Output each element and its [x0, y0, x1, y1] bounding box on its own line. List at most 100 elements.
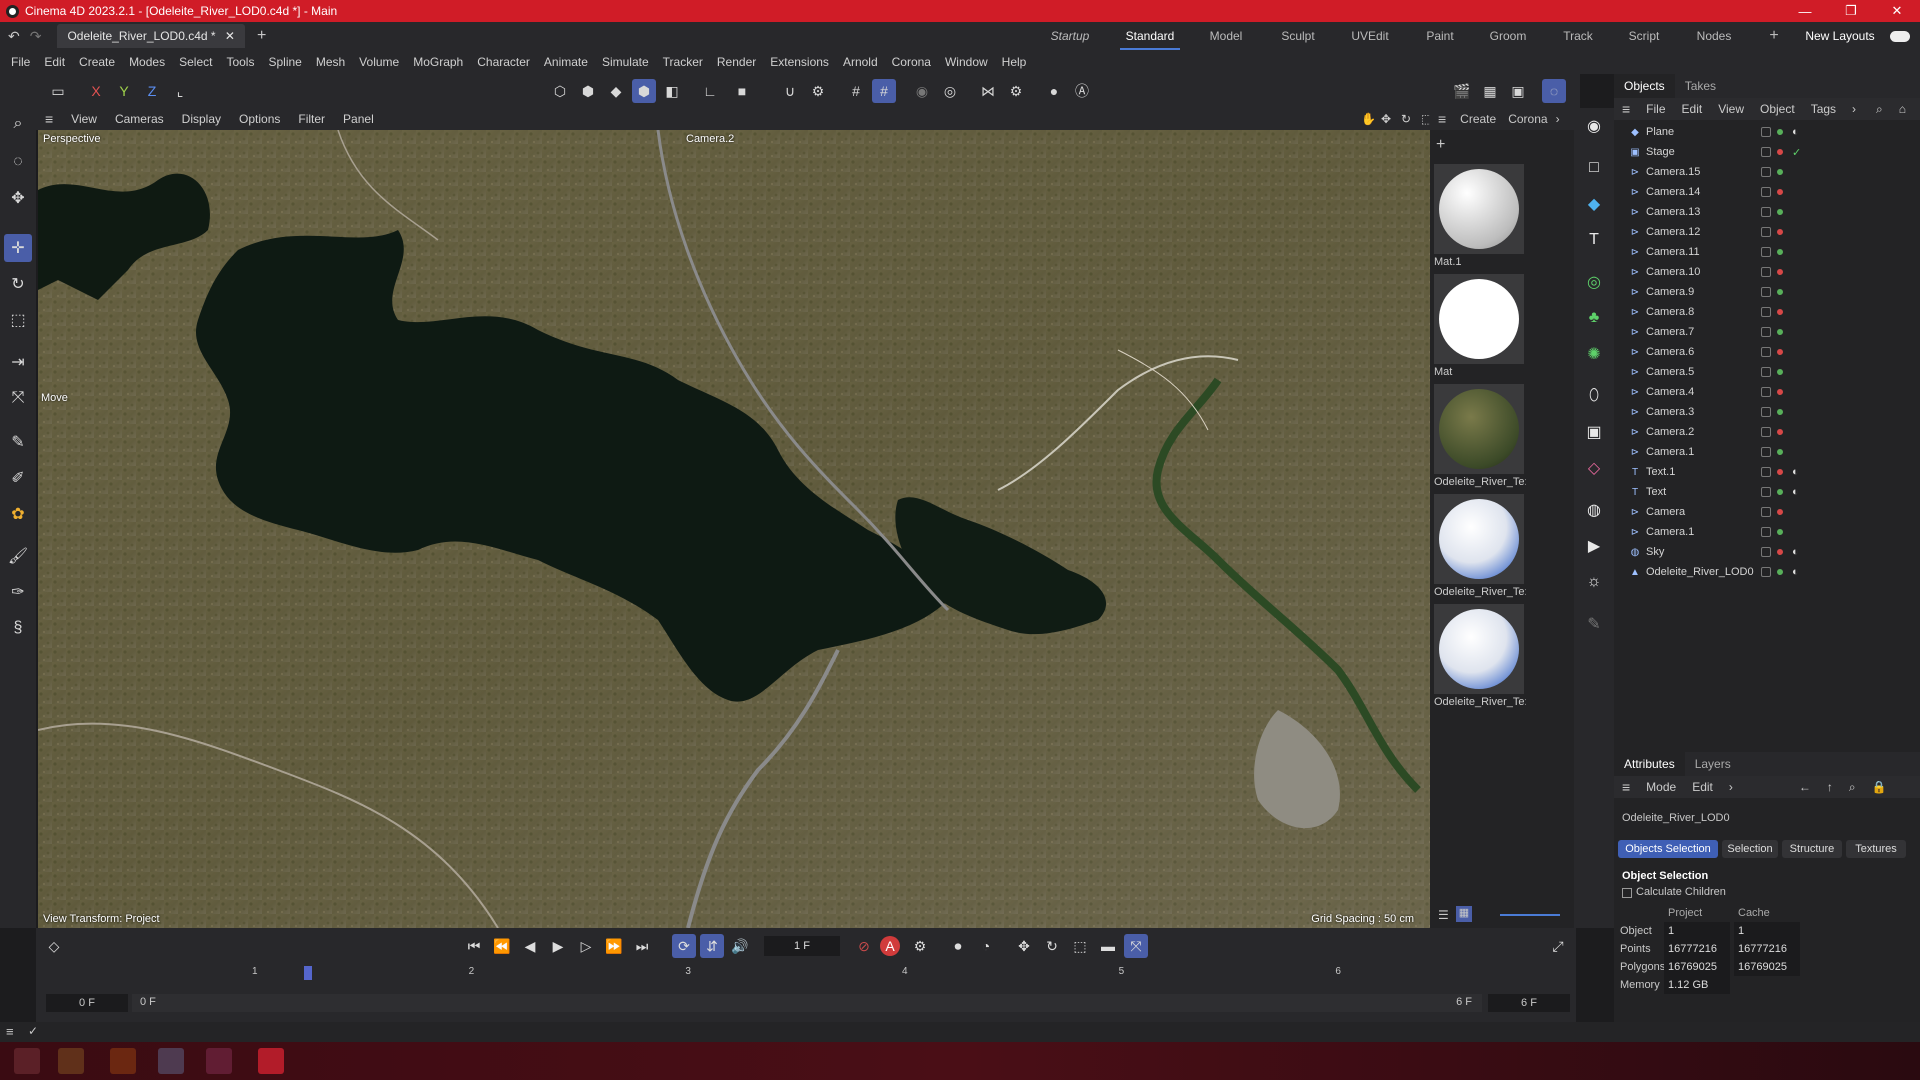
- object-menu-file[interactable]: File: [1638, 102, 1673, 116]
- camera-tool-icon[interactable]: ▶: [1580, 532, 1608, 560]
- visibility-toggle[interactable]: [1761, 467, 1771, 477]
- object-row[interactable]: ⊳ Camera.10: [1614, 262, 1920, 282]
- visibility-toggle[interactable]: [1761, 447, 1771, 457]
- menu-tracker[interactable]: Tracker: [656, 55, 710, 69]
- sound-icon[interactable]: 🔊: [728, 934, 752, 958]
- visibility-toggle[interactable]: [1761, 427, 1771, 437]
- previous-frame-icon[interactable]: ◀: [518, 934, 542, 958]
- spline-draw-icon[interactable]: ✐: [4, 464, 32, 492]
- layout-startup[interactable]: Startup: [1040, 22, 1100, 50]
- render-settings-icon[interactable]: ●: [1042, 79, 1066, 103]
- visibility-toggle[interactable]: [1761, 187, 1771, 197]
- timeline-curve-icon[interactable]: ⤢: [1546, 934, 1570, 958]
- editor-render-dot[interactable]: [1777, 149, 1783, 155]
- editor-render-dot[interactable]: [1777, 509, 1783, 515]
- layout-uvedit[interactable]: UVEdit: [1340, 22, 1400, 50]
- object-row[interactable]: ◆ Plane ◐: [1614, 122, 1920, 142]
- preview-size-slider[interactable]: [1500, 914, 1560, 916]
- points-mode-icon[interactable]: ⬡: [548, 79, 572, 103]
- editor-render-dot[interactable]: [1777, 209, 1783, 215]
- editor-render-dot[interactable]: [1777, 429, 1783, 435]
- document-tab[interactable]: Odeleite_River_LOD0.c4d * ✕: [57, 24, 245, 48]
- menu-render[interactable]: Render: [710, 55, 763, 69]
- z-axis-toggle[interactable]: Z: [140, 79, 164, 103]
- scale-key-icon[interactable]: ⬚: [1068, 934, 1092, 958]
- start-frame-field[interactable]: 0 F: [46, 994, 128, 1012]
- taskbar-app-icon[interactable]: [110, 1048, 136, 1074]
- visibility-toggle[interactable]: [1761, 387, 1771, 397]
- current-frame-field[interactable]: 1 F: [764, 936, 840, 956]
- object-row[interactable]: ⊳ Camera.7: [1614, 322, 1920, 342]
- parameter-key-icon[interactable]: ▬: [1096, 934, 1120, 958]
- object-row[interactable]: ⊳ Camera.15: [1614, 162, 1920, 182]
- menu-extensions[interactable]: Extensions: [763, 55, 836, 69]
- visibility-toggle[interactable]: [1761, 547, 1771, 557]
- editor-render-dot[interactable]: [1777, 449, 1783, 455]
- object-row[interactable]: ⊳ Camera.5: [1614, 362, 1920, 382]
- material-menu-icon[interactable]: ≡: [1430, 111, 1454, 127]
- render-view-icon[interactable]: 🎬: [1450, 79, 1474, 103]
- new-layouts-label[interactable]: New Layouts: [1800, 22, 1880, 50]
- editor-render-dot[interactable]: [1777, 229, 1783, 235]
- viewport-menu-options[interactable]: Options: [230, 112, 289, 126]
- magnet-icon[interactable]: ∪: [778, 79, 802, 103]
- material-menu-corona[interactable]: Corona: [1502, 112, 1553, 126]
- object-row[interactable]: ⊳ Camera.4: [1614, 382, 1920, 402]
- timing-icon[interactable]: ◔: [974, 934, 998, 958]
- undo-icon[interactable]: ↶: [8, 28, 20, 45]
- loop-icon[interactable]: ⟳: [672, 934, 696, 958]
- menu-animate[interactable]: Animate: [537, 55, 595, 69]
- visibility-toggle[interactable]: [1761, 227, 1771, 237]
- next-frame-icon[interactable]: ▷: [574, 934, 598, 958]
- menu-select[interactable]: Select: [172, 55, 219, 69]
- taskbar-app-icon[interactable]: [158, 1048, 184, 1074]
- menu-character[interactable]: Character: [470, 55, 537, 69]
- close-tab-icon[interactable]: ✕: [225, 29, 235, 43]
- viewport-solo-icon[interactable]: ◎: [938, 79, 962, 103]
- menu-corona[interactable]: Corona: [885, 55, 938, 69]
- visibility-toggle[interactable]: [1761, 147, 1771, 157]
- object-row[interactable]: ⊳ Camera.3: [1614, 402, 1920, 422]
- visibility-toggle[interactable]: [1761, 327, 1771, 337]
- viewport-menu-filter[interactable]: Filter: [289, 112, 334, 126]
- editor-render-dot[interactable]: [1777, 529, 1783, 535]
- viewport-menu-display[interactable]: Display: [173, 112, 230, 126]
- symmetry-settings-icon[interactable]: ⚙: [1004, 79, 1028, 103]
- visibility-toggle[interactable]: [1761, 567, 1771, 577]
- taskbar-app-icon[interactable]: [58, 1048, 84, 1074]
- menu-simulate[interactable]: Simulate: [595, 55, 656, 69]
- 3d-viewport[interactable]: Perspective Camera.2 Move View Transform…: [38, 130, 1430, 928]
- material-item[interactable]: Mat.1: [1434, 164, 1526, 268]
- sculpt-icon[interactable]: ◉: [910, 79, 934, 103]
- viewport-menu-cameras[interactable]: Cameras: [106, 112, 173, 126]
- material-tag[interactable]: ◐: [1792, 566, 1799, 578]
- layout-nodes[interactable]: Nodes: [1684, 22, 1744, 50]
- light-icon[interactable]: ☼: [1580, 568, 1608, 596]
- taskbar-app-icon[interactable]: [206, 1048, 232, 1074]
- object-menu-view[interactable]: View: [1710, 102, 1752, 116]
- edit-render-settings-icon[interactable]: ▣: [1506, 79, 1530, 103]
- layout-groom[interactable]: Groom: [1478, 22, 1538, 50]
- object-row[interactable]: ⊳ Camera.1: [1614, 442, 1920, 462]
- cloner-icon[interactable]: ♣: [1580, 304, 1608, 332]
- tab-attributes[interactable]: Attributes: [1614, 752, 1685, 776]
- search-icon[interactable]: ⌕: [1868, 102, 1891, 117]
- layout-paint[interactable]: Paint: [1410, 22, 1470, 50]
- chevron-right-icon[interactable]: ›: [1721, 780, 1741, 794]
- object-row[interactable]: ⊳ Camera.12: [1614, 222, 1920, 242]
- lasso-icon[interactable]: §: [4, 614, 32, 642]
- attribute-menu-icon[interactable]: ≡: [1614, 779, 1638, 795]
- visibility-toggle[interactable]: [1761, 527, 1771, 537]
- edges-mode-icon[interactable]: ⬢: [576, 79, 600, 103]
- material-tag[interactable]: ◐: [1792, 466, 1799, 478]
- visibility-toggle[interactable]: [1761, 207, 1771, 217]
- menu-mesh[interactable]: Mesh: [309, 55, 352, 69]
- add-tab-icon[interactable]: +: [257, 27, 266, 45]
- polygons-mode-icon[interactable]: ◆: [604, 79, 628, 103]
- visibility-toggle[interactable]: [1761, 347, 1771, 357]
- placement-tool-icon[interactable]: ⤧: [4, 384, 32, 412]
- tab-objects[interactable]: Objects: [1614, 74, 1675, 98]
- range-slider[interactable]: 0 F 6 F: [132, 994, 1482, 1012]
- visibility-toggle[interactable]: [1761, 247, 1771, 257]
- object-row[interactable]: ⊳ Camera.14: [1614, 182, 1920, 202]
